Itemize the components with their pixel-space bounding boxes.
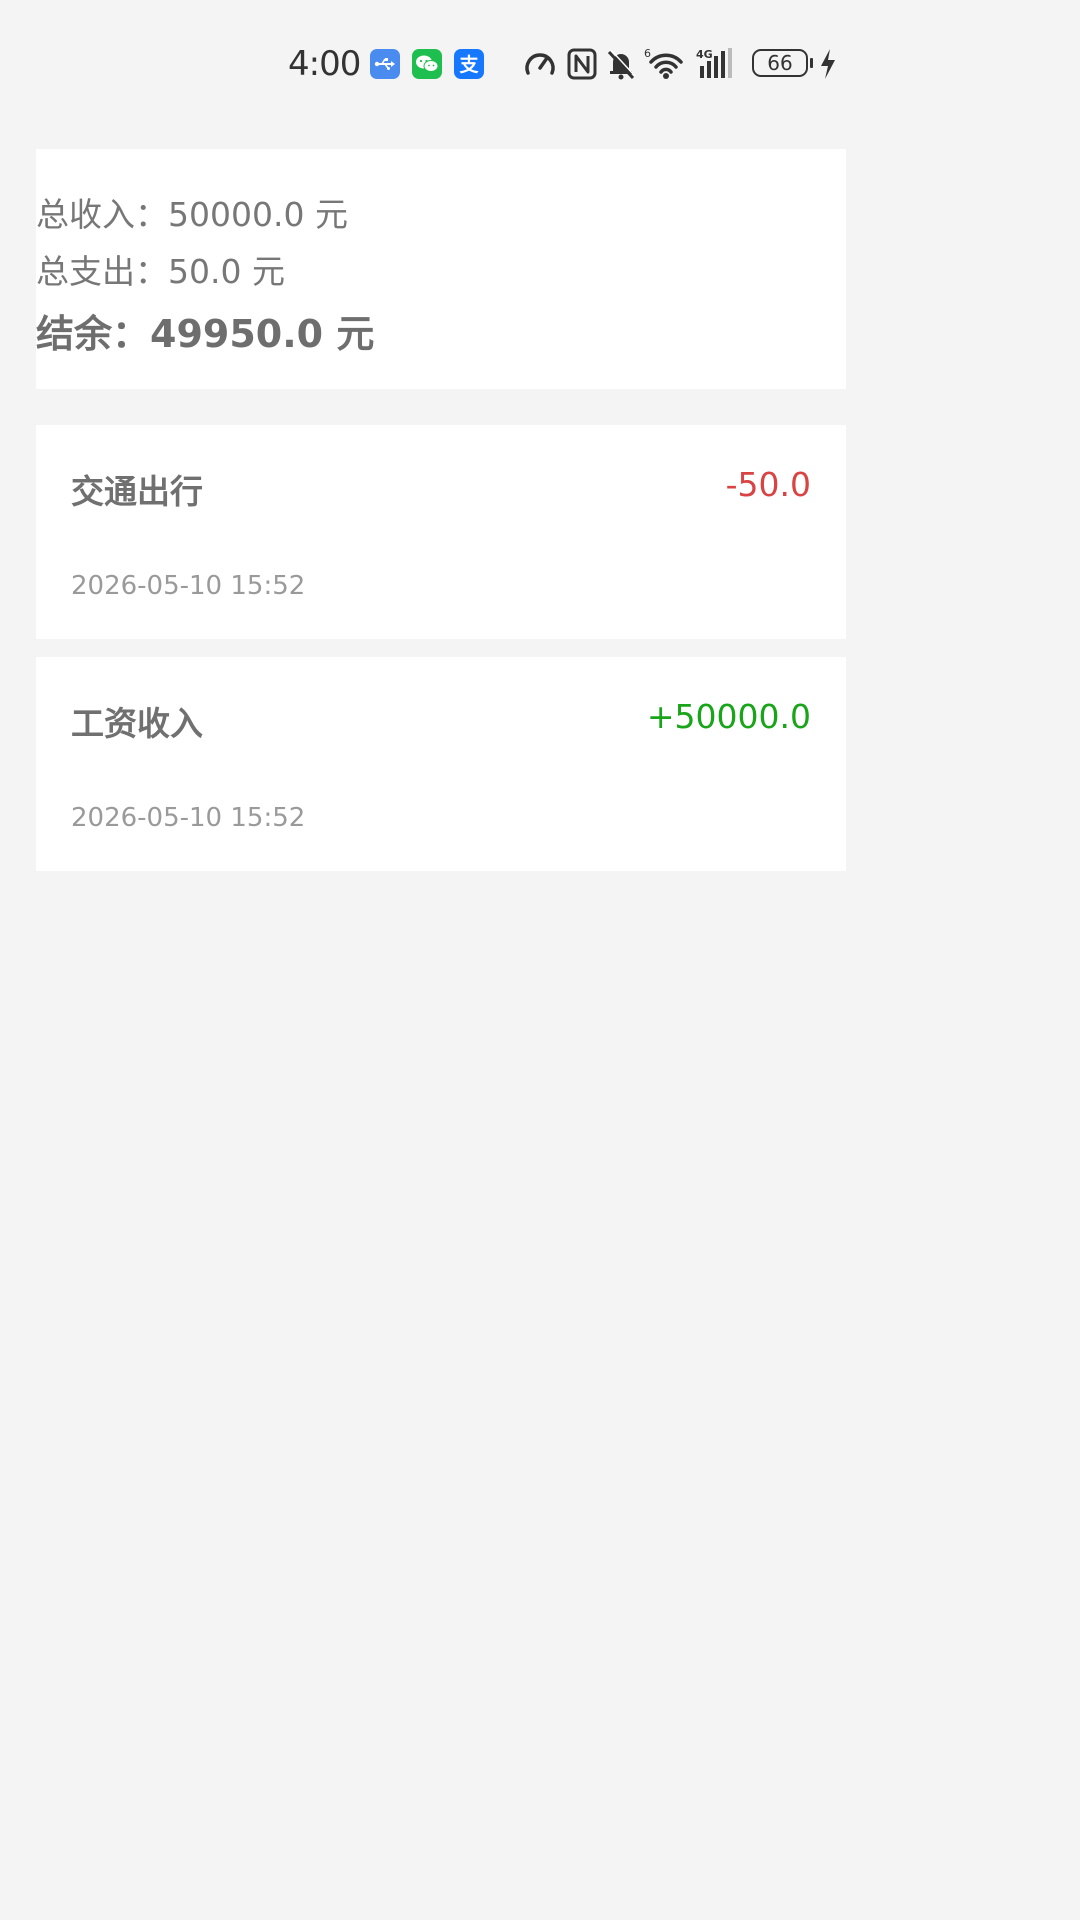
usb-icon: [370, 49, 400, 79]
battery-nub: [810, 58, 813, 68]
total-expense-label: 总支出：: [36, 252, 168, 291]
transaction-amount: -50.0: [725, 465, 811, 504]
total-expense: 总支出：50.0 元: [36, 245, 285, 293]
total-income-label: 总收入：: [36, 195, 168, 234]
transaction-time: 2026-05-10 15:52: [71, 571, 306, 601]
svg-text:支: 支: [458, 54, 479, 76]
battery-level: 66: [767, 51, 793, 75]
nfc-icon: [567, 48, 597, 80]
transaction-amount: +50000.0: [646, 697, 811, 736]
balance-value: 49950.0 元: [150, 312, 375, 356]
total-expense-value: 50.0 元: [168, 252, 285, 291]
status-bar: 4:00 支 6 4G 66: [0, 38, 882, 94]
svg-text:4G: 4G: [696, 48, 713, 61]
balance: 结余：49950.0 元: [36, 303, 374, 358]
mute-bell-icon: [607, 49, 636, 80]
transaction-card[interactable]: 工资收入 +50000.0 2026-05-10 15:52: [36, 657, 846, 871]
svg-text:6: 6: [644, 47, 651, 60]
transaction-card[interactable]: 交通出行 -50.0 2026-05-10 15:52: [36, 425, 846, 639]
wechat-icon: [412, 49, 442, 79]
speedometer-icon: [525, 53, 555, 75]
transaction-time: 2026-05-10 15:52: [71, 803, 306, 833]
status-time: 4:00: [288, 44, 361, 84]
total-income-value: 50000.0 元: [168, 195, 348, 234]
transaction-category: 交通出行: [71, 472, 203, 511]
transaction-category: 工资收入: [71, 704, 203, 743]
battery-indicator: 66: [752, 49, 808, 77]
balance-label: 结余：: [36, 312, 151, 356]
alipay-icon: 支: [454, 49, 484, 79]
charging-icon: [821, 49, 835, 79]
wifi-icon: 6: [644, 47, 683, 79]
signal-icon: 4G: [696, 48, 732, 78]
total-income: 总收入：50000.0 元: [36, 188, 348, 236]
